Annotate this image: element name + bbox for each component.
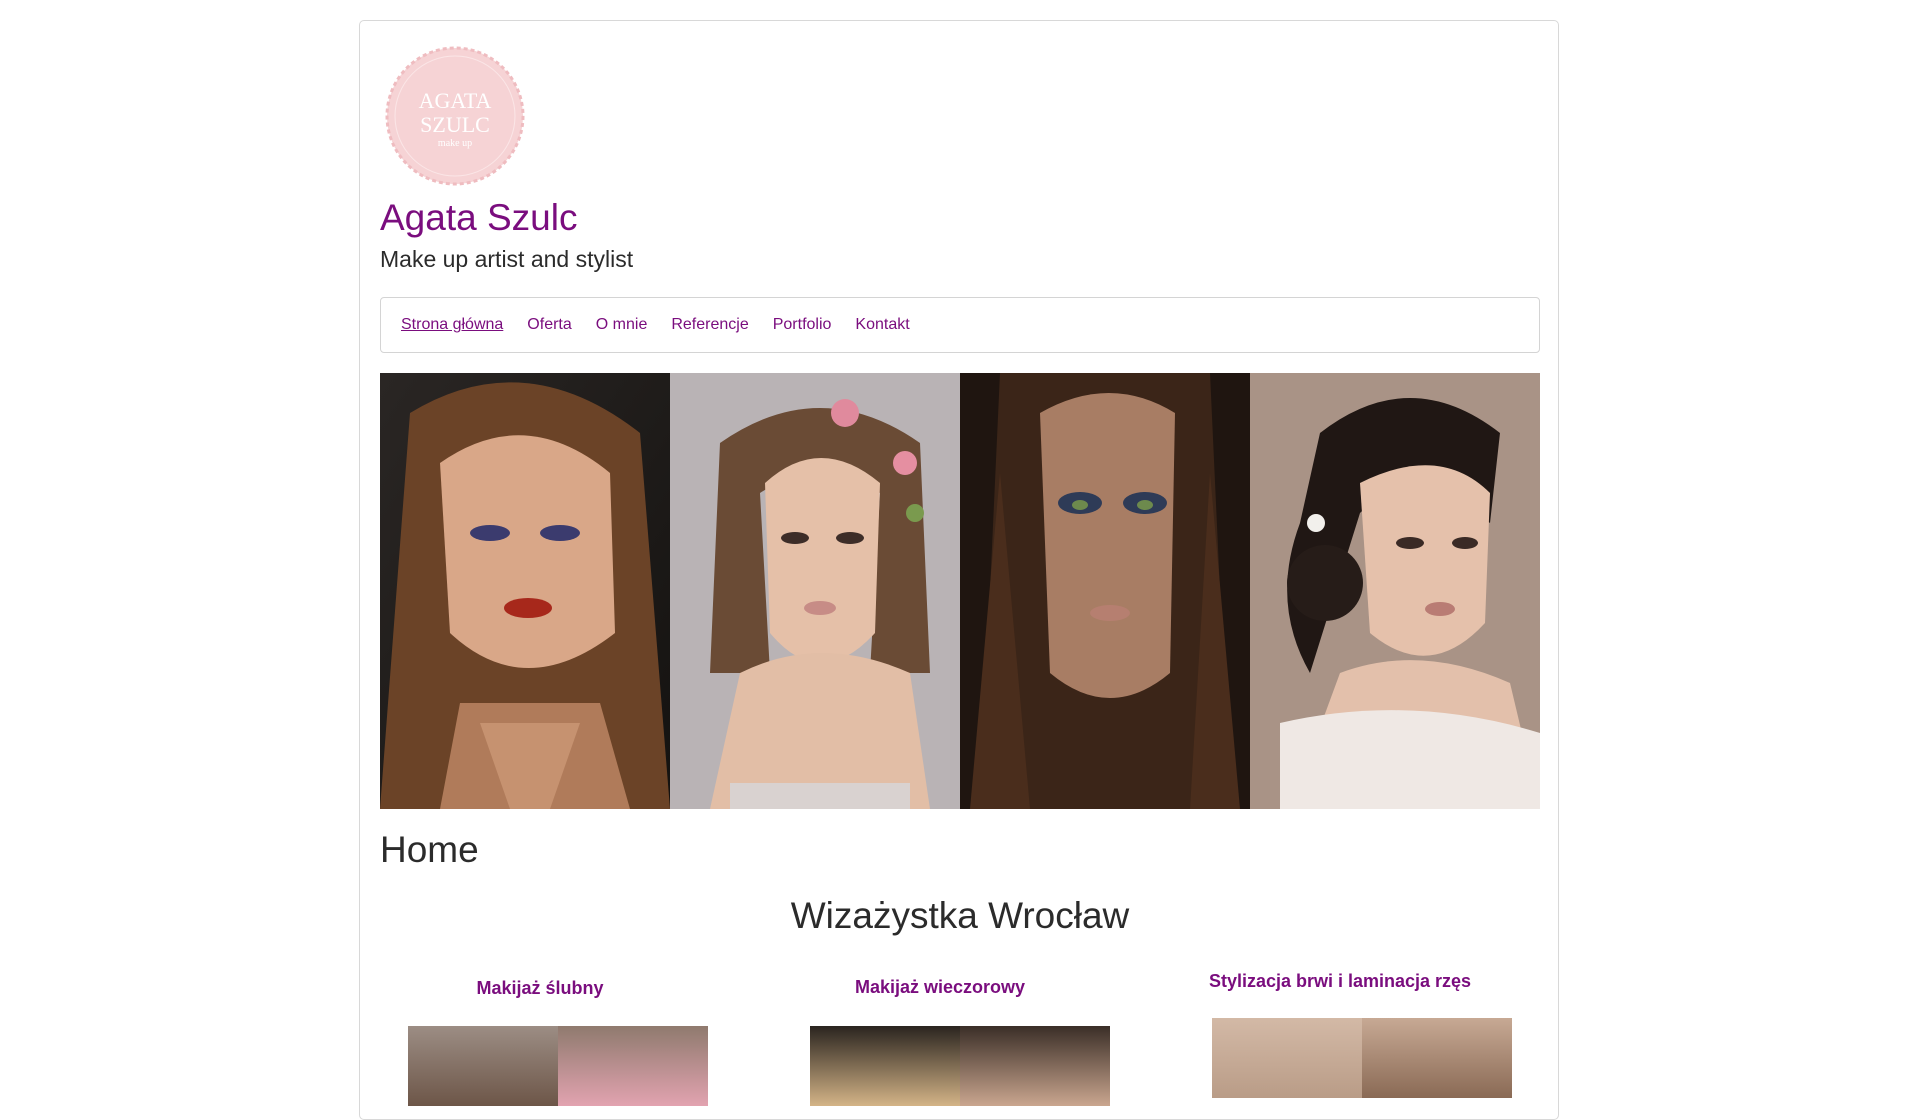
hero-photo-2 <box>670 373 960 809</box>
nav-item-contact[interactable]: Kontakt <box>855 316 909 334</box>
page-heading: Home <box>380 829 479 870</box>
logo-text-line1: AGATA <box>419 88 492 113</box>
site-logo[interactable]: AGATA SZULC make up <box>385 46 525 186</box>
service-wedding: Makijaż ślubny <box>360 978 720 999</box>
hero-photo-3 <box>960 373 1250 809</box>
service-evening: Makijaż wieczorowy <box>760 977 1120 998</box>
main-navigation: Strona główna Oferta O mnie Referencje P… <box>380 297 1540 353</box>
page-container: AGATA SZULC make up Agata Szulc Make up … <box>359 20 1559 1120</box>
nav-item-portfolio[interactable]: Portfolio <box>773 316 832 334</box>
service-image-wedding[interactable] <box>408 1026 708 1106</box>
logo-text-line2: SZULC <box>420 112 490 137</box>
nav-item-home[interactable]: Strona główna <box>401 316 503 334</box>
site-tagline: Make up artist and stylist <box>380 246 634 272</box>
nav-item-about[interactable]: O mnie <box>596 316 648 334</box>
service-image-brows[interactable] <box>1212 1018 1512 1098</box>
logo-text-line3: make up <box>438 138 472 149</box>
nav-item-offer[interactable]: Oferta <box>527 316 571 334</box>
site-title[interactable]: Agata Szulc <box>380 197 577 239</box>
service-image-evening[interactable] <box>810 1026 1110 1106</box>
hero-photo-1 <box>380 373 670 809</box>
service-title-brows[interactable]: Stylizacja brwi i laminacja rzęs <box>1160 971 1520 992</box>
service-brows: Stylizacja brwi i laminacja rzęs <box>1160 971 1520 992</box>
nav-item-references[interactable]: Referencje <box>671 316 748 334</box>
service-title-wedding[interactable]: Makijaż ślubny <box>360 978 720 999</box>
service-title-evening[interactable]: Makijaż wieczorowy <box>760 977 1120 998</box>
hero-banner <box>380 373 1540 809</box>
hero-photo-4 <box>1250 373 1540 809</box>
section-heading: Wizażystka Wrocław <box>790 895 1130 936</box>
